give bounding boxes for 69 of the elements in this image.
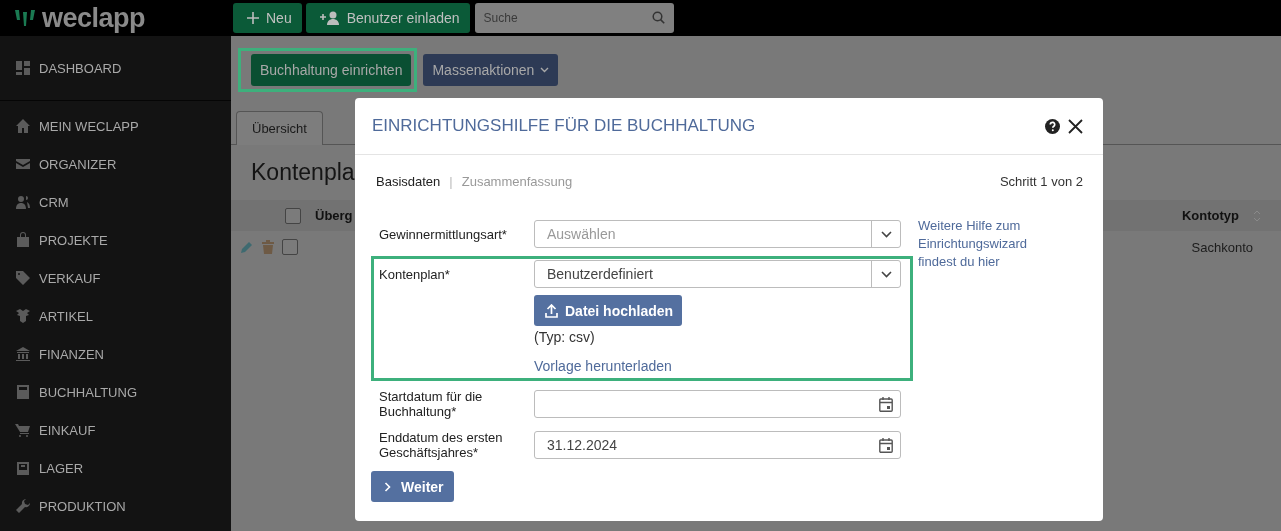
sidebar-item[interactable]: CRM <box>0 183 231 221</box>
trash-icon[interactable] <box>262 240 274 254</box>
help-icon[interactable] <box>1045 118 1060 134</box>
step-counter: Schritt 1 von 2 <box>999 173 1083 189</box>
box-icon <box>15 308 31 324</box>
template-download-link[interactable]: Vorlage herunterladen <box>534 358 672 374</box>
toolbar-button[interactable]: Massenaktionen <box>423 54 559 86</box>
user-plus-icon <box>319 11 340 25</box>
sidebar-item[interactable]: PRODUKTION <box>0 487 231 525</box>
sort-icon[interactable] <box>1253 209 1261 222</box>
checkbox[interactable] <box>285 207 301 224</box>
field-label: Enddatum des ersten Geschäftsjahres* <box>379 430 504 460</box>
chevron-right-icon <box>384 481 391 492</box>
page-title: Kontenpla <box>251 159 355 185</box>
checkbox[interactable] <box>282 239 298 255</box>
upload-button[interactable]: Datei hochladen <box>534 295 683 326</box>
column-header[interactable]: Kontotyp <box>1181 208 1239 223</box>
pencil-icon[interactable] <box>240 240 254 254</box>
date-field[interactable] <box>534 390 901 418</box>
table-cell: Sachkonto <box>1191 239 1253 255</box>
archive-icon <box>15 460 31 476</box>
column-header[interactable]: Überg <box>315 208 353 223</box>
bag-icon <box>15 232 31 248</box>
calendar-icon[interactable] <box>879 396 893 412</box>
sidebar-item[interactable]: LAGER <box>0 449 231 487</box>
tab[interactable]: Übersicht <box>236 111 323 145</box>
users-icon <box>15 194 31 210</box>
help-link[interactable]: Weitere Hilfe zum Einrichtungswizard findest du hier <box>918 217 1053 502</box>
home-icon <box>15 118 31 134</box>
tag-icon <box>15 270 31 286</box>
step-tab[interactable]: Basisdaten <box>376 173 441 189</box>
chevron-down-icon <box>540 67 550 73</box>
sidebar-item[interactable]: EINKAUF <box>0 411 231 449</box>
logo-mark-icon <box>14 8 36 28</box>
sidebar-item[interactable]: DASHBOARD <box>0 36 231 100</box>
field-label: Gewinnermittlungsart* <box>379 226 508 242</box>
search-icon <box>651 11 665 24</box>
field-label: Kontenplan* <box>379 266 451 282</box>
grid-icon <box>15 60 31 76</box>
calendar-icon[interactable] <box>879 437 893 453</box>
sidebar-item[interactable]: ORGANIZER <box>0 145 231 183</box>
sidebar-item[interactable]: FINANZEN <box>0 335 231 373</box>
dialog-title: EINRICHTUNGSHILFE FÜR DIE BUCHHALTUNG <box>372 116 757 136</box>
toolbar-button[interactable]: Buchhaltung einrichten <box>251 54 412 86</box>
caret-icon <box>880 270 892 278</box>
plus-icon <box>247 12 259 24</box>
cart-icon <box>15 422 31 438</box>
date-field[interactable]: 31.12.2024 <box>534 431 901 459</box>
file-type-hint: (Typ: csv) <box>534 329 595 345</box>
logo-text: weclapp <box>42 2 146 34</box>
step-separator: | <box>449 173 453 189</box>
select-field[interactable]: Benutzerdefiniert <box>534 260 901 288</box>
upload-icon <box>545 303 558 318</box>
search-field[interactable]: Suche <box>474 3 674 33</box>
envelope-icon <box>15 156 31 172</box>
top-button[interactable]: Benutzer einladen <box>305 3 470 33</box>
sidebar-item[interactable]: MEIN WECLAPP <box>0 107 231 145</box>
sidebar-item[interactable]: VERKAUF <box>0 259 231 297</box>
caret-icon <box>880 230 892 238</box>
calculator-icon <box>15 384 31 400</box>
bank-icon <box>15 346 31 362</box>
field-label: Startdatum für die Buchhaltung* <box>379 389 484 419</box>
sidebar-item[interactable]: PROJEKTE <box>0 221 231 259</box>
top-button[interactable]: Neu <box>233 3 302 33</box>
next-button[interactable]: Weiter <box>371 471 454 502</box>
close-icon[interactable] <box>1068 118 1083 134</box>
sidebar-item[interactable]: ARTIKEL <box>0 297 231 335</box>
sidebar-item[interactable]: BUCHHALTUNG <box>0 373 231 411</box>
wrench-icon <box>15 498 31 514</box>
